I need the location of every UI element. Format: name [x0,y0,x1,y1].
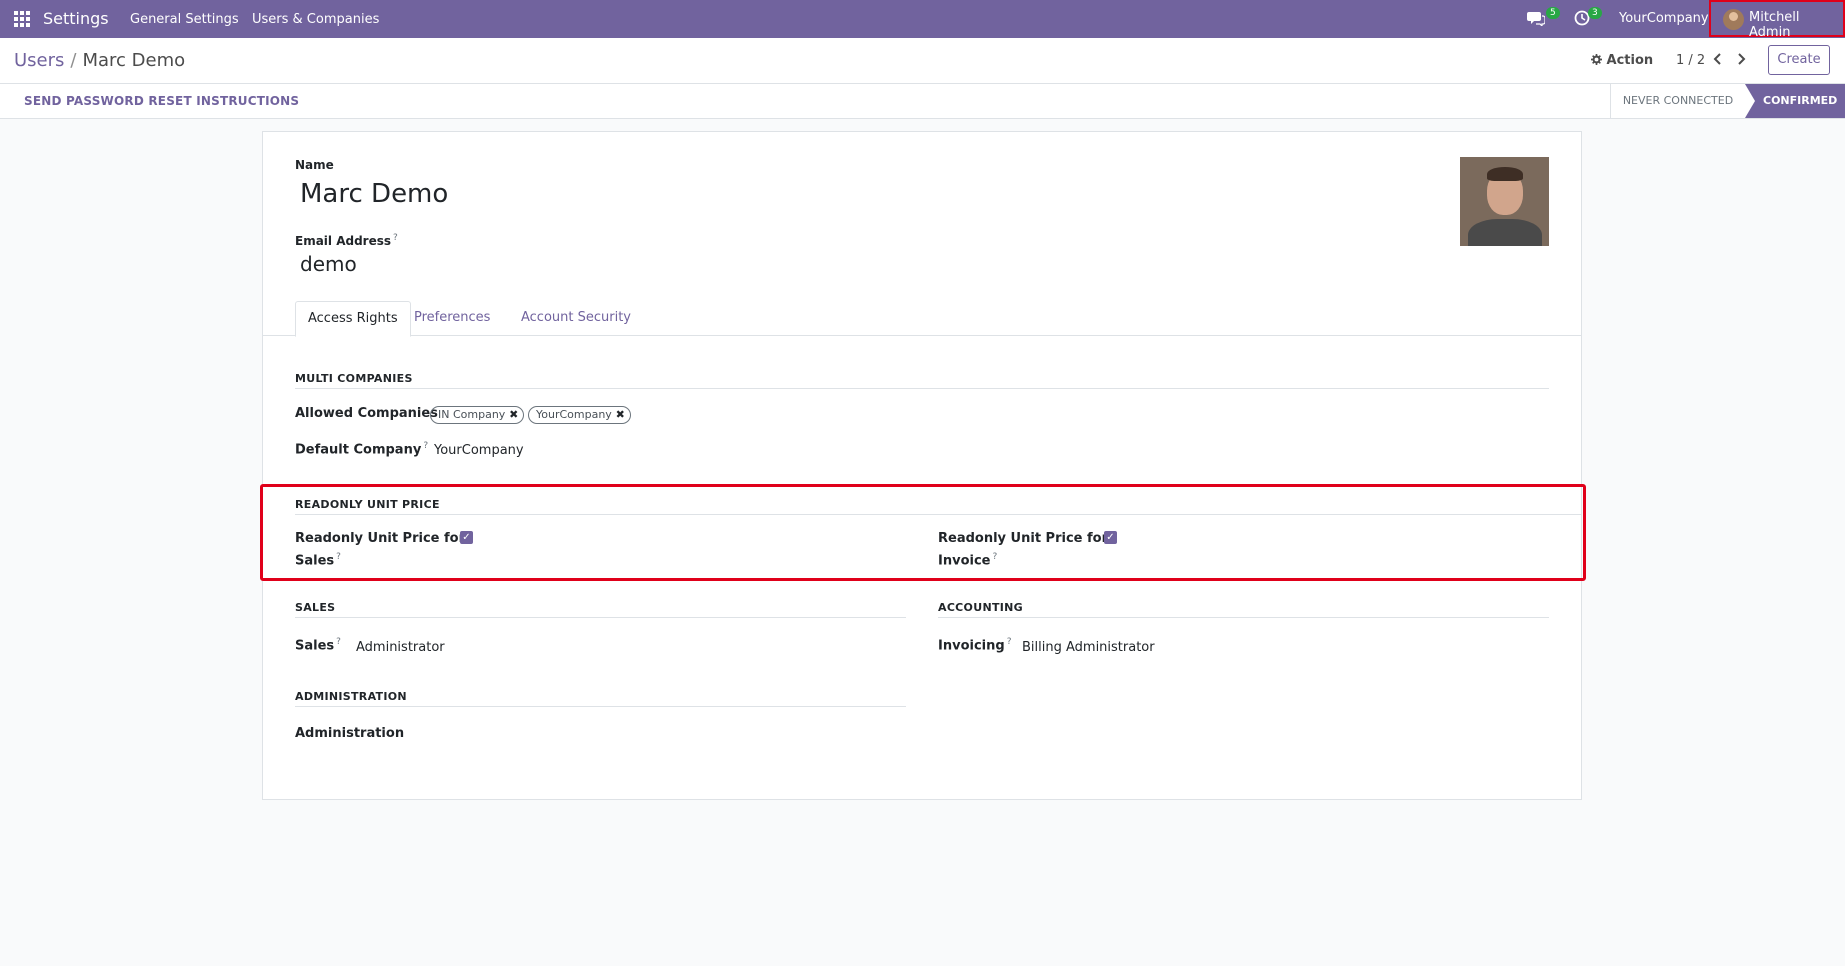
pager-previous-icon[interactable] [1713,52,1723,70]
tab-account-security[interactable]: Account Security [509,301,643,336]
accounting-title: ACCOUNTING [938,601,1549,618]
company-switcher[interactable]: YourCompany [1619,11,1709,26]
apps-menu-icon[interactable] [14,11,30,27]
remove-tag-icon[interactable]: ✖ [616,407,625,423]
action-label: Action [1606,53,1654,68]
breadcrumb: Users / Marc Demo [14,50,185,71]
stage-confirmed[interactable]: CONFIRMED [1745,84,1845,118]
allowed-companies-label: Allowed Companies [295,406,438,421]
user-photo[interactable] [1460,157,1549,246]
pager-value[interactable]: 1 / 2 [1676,53,1705,68]
help-icon[interactable]: ? [1007,637,1012,647]
readonly-sales-label: Readonly Unit Price for Sales? [295,531,465,569]
email-label: Email Address? [295,233,398,248]
stage-never-connected[interactable]: NEVER CONNECTED [1610,84,1745,118]
sales-title: SALES [295,601,906,618]
help-icon[interactable]: ? [336,637,341,647]
company-tag-label: IN Company [438,408,506,421]
name-field[interactable]: Marc Demo [300,179,448,209]
user-avatar [1723,9,1744,30]
menu-general-settings[interactable]: General Settings [130,12,239,27]
breadcrumb-users-link[interactable]: Users [14,50,64,71]
help-icon[interactable]: ? [336,552,341,562]
readonly-sales-checkbox[interactable]: ✓ [460,531,473,544]
default-company-field[interactable]: YourCompany [434,443,524,458]
sales-label: Sales? [295,637,341,654]
email-field[interactable]: demo [300,252,357,276]
company-tag[interactable]: IN Company ✖ [430,406,525,424]
readonly-invoice-checkbox[interactable]: ✓ [1104,531,1117,544]
default-company-label: Default Company? [295,441,429,458]
messages-count-badge: 5 [1546,7,1560,19]
activities-count-badge: 3 [1588,7,1602,19]
multi-companies-title: MULTI COMPANIES [295,372,1549,389]
send-password-reset-button[interactable]: SEND PASSWORD RESET INSTRUCTIONS [24,94,299,108]
tab-preferences[interactable]: Preferences [402,301,502,336]
breadcrumb-separator: / [70,50,77,71]
help-icon[interactable]: ? [393,233,398,243]
control-panel: Users / Marc Demo Action 1 / 2 Create [0,38,1845,84]
readonly-unit-price-title: READONLY UNIT PRICE [295,498,1581,515]
pager-next-icon[interactable] [1736,52,1746,70]
menu-users-companies[interactable]: Users & Companies [252,12,379,27]
invoicing-access-field[interactable]: Billing Administrator [1022,640,1155,655]
administration-title: ADMINISTRATION [295,690,906,707]
create-button[interactable]: Create [1768,45,1830,75]
form-sheet: Name Marc Demo Email Address? demo Acces… [260,131,1586,800]
action-button[interactable]: Action [1591,53,1653,68]
notebook-tabs: Access Rights Preferences Account Securi… [263,301,1581,337]
user-name: Mitchell Admin [1749,10,1800,40]
messages-icon[interactable] [1527,10,1546,28]
gear-icon [1591,54,1602,65]
breadcrumb-current: Marc Demo [82,50,186,71]
company-tag[interactable]: YourCompany ✖ [528,406,631,424]
name-label: Name [295,158,334,172]
invoicing-label: Invoicing? [938,637,1012,654]
tab-access-rights[interactable]: Access Rights [295,301,411,337]
readonly-invoice-label: Readonly Unit Price for Invoice? [938,531,1108,569]
company-tag-label: YourCompany [536,408,612,421]
administration-label: Administration [295,726,405,741]
remove-tag-icon[interactable]: ✖ [509,407,518,423]
help-icon[interactable]: ? [992,552,997,562]
sales-access-field[interactable]: Administrator [356,640,445,655]
app-name[interactable]: Settings [43,9,109,28]
top-navbar: Settings General Settings Users & Compan… [0,0,1845,40]
statusbar: SEND PASSWORD RESET INSTRUCTIONS NEVER C… [0,84,1845,119]
help-icon[interactable]: ? [423,441,428,451]
user-menu[interactable]: Mitchell Admin [1709,0,1845,40]
